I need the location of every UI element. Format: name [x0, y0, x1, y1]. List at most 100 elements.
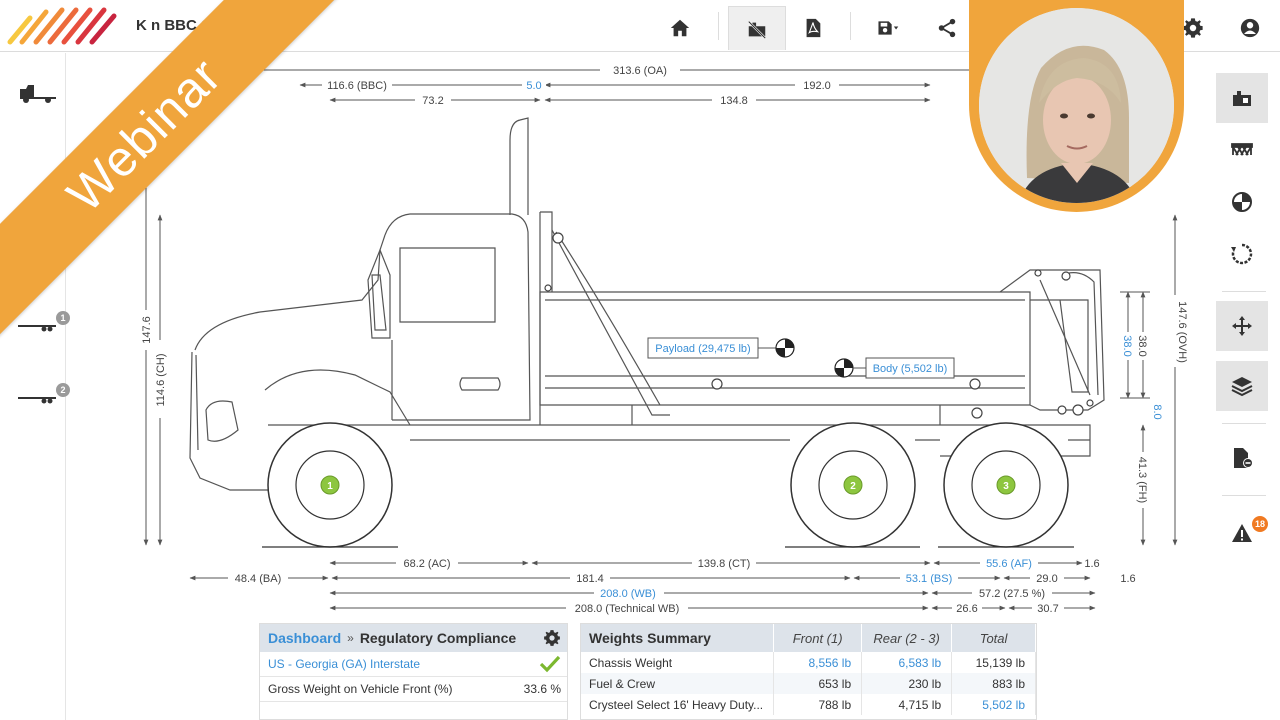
- row-label: Chassis Weight: [581, 652, 775, 673]
- body-markers: [544, 232, 1094, 419]
- trailer-icon: [18, 325, 56, 332]
- breadcrumb-dashboard-link[interactable]: Dashboard: [268, 630, 341, 646]
- row-front: 653 lb: [773, 673, 863, 694]
- share-icon: [938, 18, 956, 38]
- row-front[interactable]: 8,556 lb: [773, 652, 863, 673]
- layers-button[interactable]: [1216, 361, 1268, 411]
- col-total: Total: [951, 624, 1036, 652]
- dim-ba: 48.4 (BA): [235, 573, 281, 585]
- regulatory-compliance-panel: Dashboard » Regulatory Compliance US - G…: [259, 623, 568, 720]
- body-label: Body (5,502 lb): [873, 363, 948, 375]
- breadcrumb-current: Regulatory Compliance: [359, 630, 517, 646]
- pdf-button[interactable]: [788, 6, 838, 50]
- app-window: 313.6 (OA) 116.6 (BBC) 5.0 192.0 73.2 13…: [0, 0, 1280, 720]
- body-cog[interactable]: Body (5,502 lb): [834, 357, 955, 379]
- move-button[interactable]: [1216, 301, 1268, 351]
- row-rear[interactable]: 6,583 lb: [861, 652, 953, 673]
- layers-icon: [1231, 377, 1253, 397]
- dim-38-b: 38.0: [1136, 335, 1148, 356]
- dim-134: 134.8: [720, 95, 748, 107]
- payload-cog[interactable]: Payload (29,475 lb): [647, 337, 795, 359]
- app-logo: [7, 7, 117, 45]
- dim-af: 55.6 (AF): [986, 558, 1032, 570]
- presenter-portrait: [979, 8, 1174, 203]
- regulatory-panel-header: Dashboard » Regulatory Compliance: [260, 624, 567, 652]
- save-icon: [878, 21, 899, 35]
- presenter-webcam: [969, 0, 1184, 212]
- axle-2-label: 2: [850, 481, 856, 492]
- dim-ovh: 147.6 (OVH): [1176, 301, 1188, 363]
- row-total[interactable]: 5,502 lb: [951, 694, 1036, 715]
- row-front: 788 lb: [773, 694, 863, 715]
- trailer-1-badge: 1: [56, 311, 70, 325]
- row-total: 883 lb: [951, 673, 1036, 694]
- body-config-button[interactable]: [1216, 73, 1268, 123]
- toolbar-divider: [850, 12, 851, 40]
- sidebar-item-trailer-1[interactable]: 1: [16, 311, 70, 341]
- save-menu-button[interactable]: [860, 6, 916, 50]
- dim-38-a: 38.0: [1121, 335, 1133, 356]
- weights-summary-panel: Weights Summary Front (1) Rear (2 - 3) T…: [580, 623, 1037, 720]
- user-icon: [1240, 18, 1260, 38]
- dim-bs: 53.1 (BS): [906, 573, 952, 585]
- truck-body-icon: [1233, 91, 1251, 106]
- row-total: 15,139 lb: [951, 652, 1036, 673]
- dim-1-6-b: 1.6: [1120, 573, 1135, 585]
- bridge-icon: [1231, 143, 1253, 156]
- table-row: Chassis Weight 8,556 lb 6,583 lb 15,139 …: [581, 652, 1036, 673]
- center-of-gravity-icon: [1232, 192, 1252, 212]
- dim-57: 57.2 (27.5 %): [979, 588, 1045, 600]
- dim-1-6-a: 1.6: [1084, 558, 1099, 570]
- gear-icon[interactable]: [543, 629, 561, 647]
- user-button[interactable]: [1225, 6, 1275, 50]
- table-row: Fuel & Crew 653 lb 230 lb 883 lb: [581, 673, 1036, 694]
- right-sidebar: 18: [1208, 53, 1280, 720]
- share-button[interactable]: [922, 6, 972, 50]
- home-button[interactable]: [655, 6, 705, 50]
- cog-button[interactable]: [1216, 177, 1268, 227]
- truck-body-button[interactable]: [728, 6, 786, 50]
- bridge-button[interactable]: [1216, 123, 1268, 173]
- sidebar-item-truck[interactable]: [16, 83, 64, 113]
- dim-ct: 139.8 (CT): [698, 558, 751, 570]
- dim-wb: 208.0 (WB): [600, 588, 656, 600]
- axle-1-label: 1: [327, 481, 333, 492]
- breadcrumb-separator: »: [347, 631, 354, 645]
- dim-29: 29.0: [1036, 573, 1057, 585]
- weights-table: Weights Summary Front (1) Rear (2 - 3) T…: [581, 624, 1036, 715]
- metric-label: Gross Weight on Vehicle Front (%): [268, 682, 453, 696]
- dim-ac: 68.2 (AC): [403, 558, 450, 570]
- presenter-video: [979, 8, 1174, 203]
- trailer-icon: [18, 397, 56, 404]
- metric-value: 33.6 %: [523, 682, 561, 696]
- dim-five: 5.0: [526, 80, 541, 92]
- report-button[interactable]: [1216, 433, 1268, 483]
- dim-fh: 41.3 (FH): [1136, 457, 1148, 503]
- dim-bbc: 116.6 (BBC): [327, 80, 387, 92]
- dim-oa: 313.6 (OA): [613, 65, 667, 77]
- warnings-count-badge: 18: [1252, 516, 1268, 532]
- dim-ch-total: 147.6: [141, 316, 153, 344]
- check-icon: [539, 655, 561, 673]
- turning-button[interactable]: [1216, 229, 1268, 279]
- dim-26: 26.6: [956, 603, 977, 615]
- sidebar-divider: [1222, 423, 1266, 424]
- dim-30: 30.7: [1037, 603, 1058, 615]
- page-title: K n BBC 6x4 LWB: [136, 17, 264, 34]
- payload-label: Payload (29,475 lb): [655, 343, 750, 355]
- sidebar-item-trailer-2[interactable]: 2: [16, 383, 70, 413]
- compliance-metric-row: Gross Weight on Vehicle Front (%) 33.6 %: [260, 677, 567, 702]
- truck-icon: [20, 85, 56, 103]
- sidebar-divider: [1222, 495, 1266, 496]
- weights-title: Weights Summary: [581, 624, 775, 652]
- left-sidebar: 1 2: [0, 53, 70, 720]
- weights-header-row: Weights Summary Front (1) Rear (2 - 3) T…: [581, 624, 1036, 652]
- trailer-2-badge: 2: [56, 383, 70, 397]
- regulation-row[interactable]: US - Georgia (GA) Interstate: [260, 652, 567, 677]
- document-minus-icon: [1234, 448, 1253, 468]
- table-row: Crysteel Select 16' Heavy Duty... 788 lb…: [581, 694, 1036, 715]
- regulation-link[interactable]: US - Georgia (GA) Interstate: [268, 657, 420, 671]
- home-icon: [670, 19, 690, 37]
- row-rear: 230 lb: [861, 673, 953, 694]
- warnings-button[interactable]: 18: [1216, 508, 1268, 558]
